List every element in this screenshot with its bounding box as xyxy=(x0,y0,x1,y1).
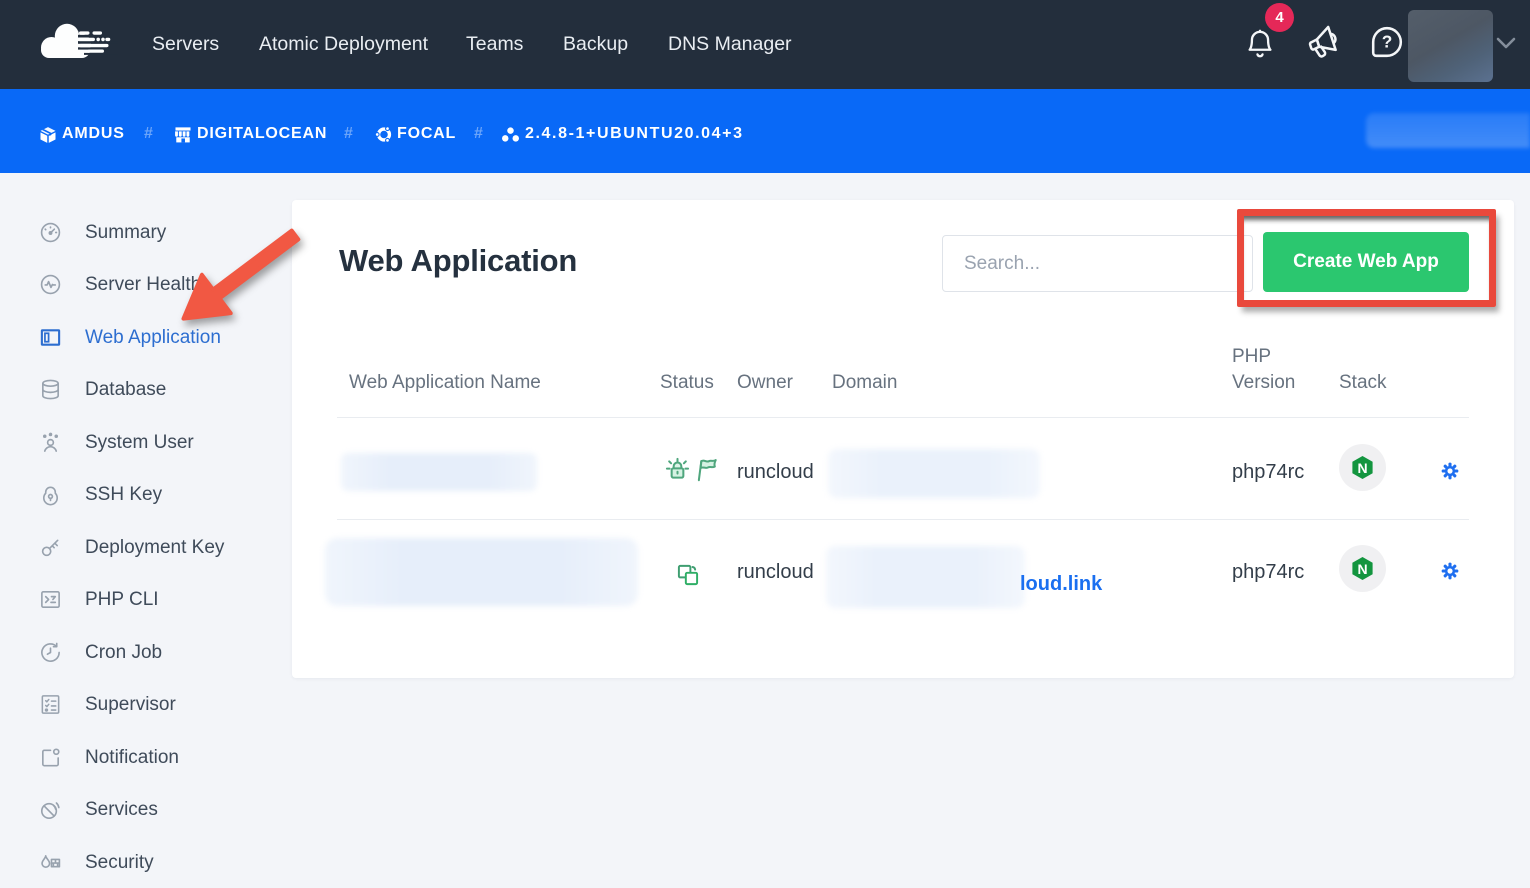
svg-text:N: N xyxy=(1357,561,1367,577)
svg-text:N: N xyxy=(1357,460,1367,476)
svg-text:?: ? xyxy=(1382,32,1393,52)
